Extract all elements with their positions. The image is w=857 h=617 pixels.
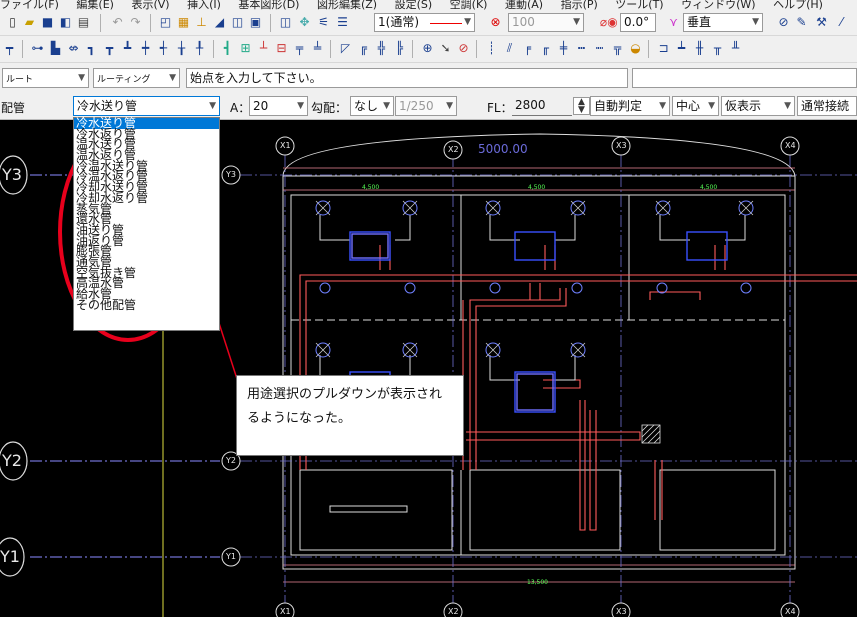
callout-box: 用途選択のプルダウンが表示されるようになった。: [236, 375, 464, 456]
callout-text: 用途選択のプルダウンが表示されるようになった。: [247, 387, 443, 426]
dropdown-option[interactable]: その他配管: [74, 299, 219, 311]
usage-dropdown-list[interactable]: 冷水送り管 冷水返り管 温水送り管 温水返り管 冷温水送り管 冷温水返り管 冷却…: [73, 117, 220, 331]
